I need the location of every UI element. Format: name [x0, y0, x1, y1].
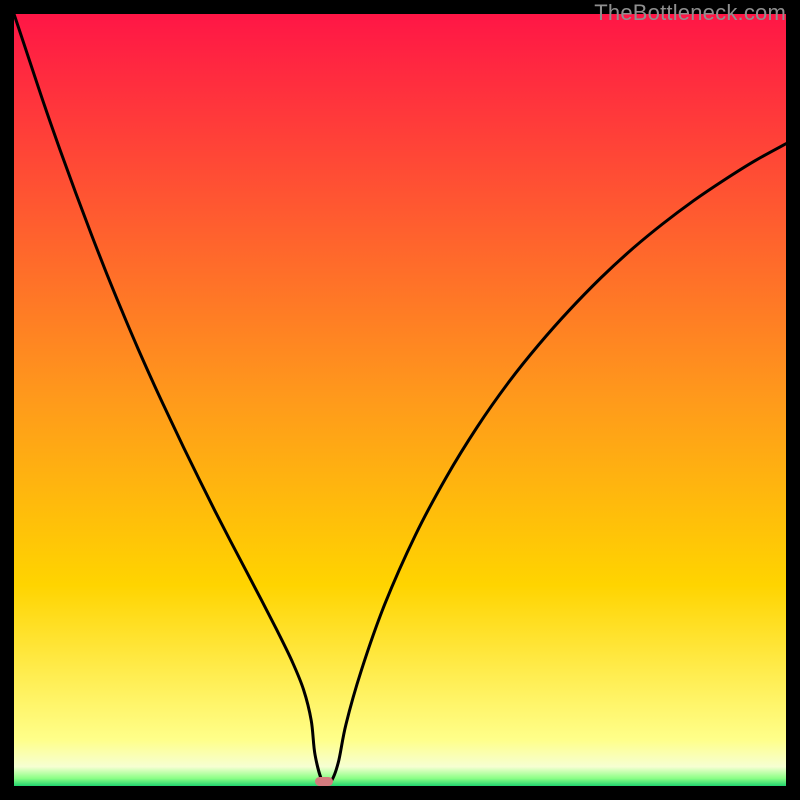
chart-frame — [14, 14, 786, 786]
gradient-background — [14, 14, 786, 786]
bottleneck-chart — [14, 14, 786, 786]
optimal-marker — [315, 777, 333, 786]
watermark-text: TheBottleneck.com — [594, 0, 786, 26]
